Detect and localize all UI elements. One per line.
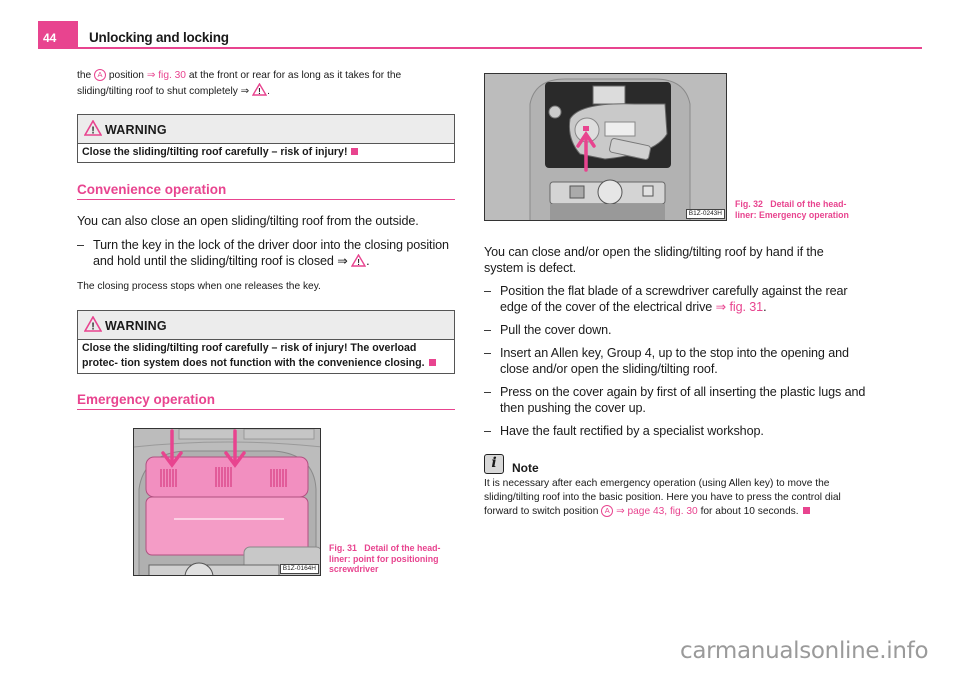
figure-code: B1Z-0243H bbox=[685, 209, 725, 219]
warning-label: WARNING bbox=[105, 319, 167, 333]
fig31-link[interactable]: ⇒ fig. 31 bbox=[716, 300, 764, 314]
page43-link[interactable]: ⇒ page 43, fig. 30 bbox=[616, 506, 698, 517]
closing-process-note: The closing process stops when one relea… bbox=[77, 281, 321, 292]
figure-code: B1Z-0164H bbox=[279, 564, 319, 574]
warning-text: Close the sliding/tilting roof carefully… bbox=[78, 340, 454, 373]
figure-32-caption: Fig. 32 Detail of the head- liner: Emerg… bbox=[735, 199, 849, 220]
figure-31: B1Z-0164H bbox=[133, 428, 321, 576]
fig30-link[interactable]: ⇒ fig. 30 bbox=[147, 70, 186, 81]
step-item: – Insert an Allen key, Group 4, up to th… bbox=[484, 346, 849, 376]
intro-paragraph: the A position ⇒ fig. 30 at the front or… bbox=[77, 69, 402, 97]
position-a-marker: A bbox=[601, 505, 614, 517]
info-icon: i bbox=[484, 454, 504, 474]
note-label: Note bbox=[512, 461, 539, 475]
warning-icon: ! bbox=[84, 120, 102, 136]
page-number: 44 bbox=[43, 31, 57, 45]
svg-text:!: ! bbox=[357, 258, 360, 267]
section-title-convenience: Convenience operation bbox=[77, 182, 455, 200]
header-rule bbox=[38, 47, 922, 49]
end-marker-icon bbox=[428, 359, 436, 366]
section-title-emergency: Emergency operation bbox=[77, 392, 455, 410]
svg-text:!: ! bbox=[258, 87, 261, 96]
position-a-marker: A bbox=[94, 69, 107, 81]
chapter-title: Unlocking and locking bbox=[89, 30, 229, 45]
warning-header: ! WARNING bbox=[78, 311, 454, 340]
svg-text:!: ! bbox=[91, 322, 94, 333]
warning-icon[interactable]: ! bbox=[351, 254, 367, 267]
warning-icon: ! bbox=[84, 316, 102, 332]
step-item: – Have the fault rectified by a speciali… bbox=[484, 424, 764, 438]
warning-icon[interactable]: ! bbox=[252, 83, 268, 96]
end-marker-icon bbox=[802, 507, 810, 514]
convenience-paragraph: You can also close an open sliding/tilti… bbox=[77, 214, 419, 228]
svg-text:!: ! bbox=[91, 126, 94, 137]
note-text: It is necessary after each emergency ope… bbox=[484, 478, 841, 517]
figure-32: B1Z-0243H bbox=[484, 73, 727, 221]
step-item: – Press on the cover again by first of a… bbox=[484, 385, 866, 415]
convenience-step: – Turn the key in the lock of the driver… bbox=[77, 238, 449, 268]
warning-box-2: ! WARNING Close the sliding/tilting roof… bbox=[77, 310, 455, 374]
warning-box-1: ! WARNING Close the sliding/tilting roof… bbox=[77, 114, 455, 163]
figure-31-caption: Fig. 31 Detail of the head- liner: point… bbox=[329, 543, 441, 574]
watermark: carmanualsonline.info bbox=[680, 638, 929, 664]
end-marker-icon bbox=[351, 148, 359, 155]
step-item: – Pull the cover down. bbox=[484, 323, 612, 337]
manual-operation-paragraph: You can close and/or open the sliding/ti… bbox=[484, 245, 824, 275]
warning-header: ! WARNING bbox=[78, 115, 454, 144]
emergency-steps: – Position the flat blade of a screwdriv… bbox=[484, 283, 866, 439]
warning-text: Close the sliding/tilting roof carefully… bbox=[78, 144, 454, 162]
warning-label: WARNING bbox=[105, 123, 167, 137]
headliner-illustration bbox=[134, 429, 320, 575]
emergency-operation-illustration bbox=[485, 74, 726, 220]
step-item: – Position the flat blade of a screwdriv… bbox=[484, 284, 848, 314]
